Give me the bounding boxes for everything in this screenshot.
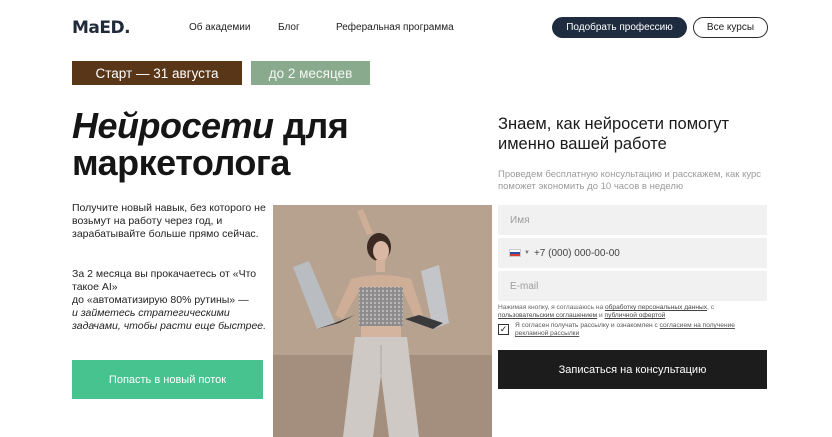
consent-text: Я согласен получать рассылку и ознакомле… (515, 322, 768, 338)
nav-about[interactable]: Об академии (189, 22, 250, 33)
public-offer-link[interactable]: публичной офертой (605, 312, 666, 319)
woman-with-laptops-illustration (273, 205, 492, 437)
consultation-submit-button[interactable]: Записаться на консультацию (498, 350, 767, 389)
start-date-badge: Старт — 31 августа (72, 61, 242, 85)
name-field[interactable]: Имя (498, 205, 767, 235)
logo[interactable]: MaED. (72, 18, 131, 38)
duration-badge: до 2 месяцев (251, 61, 370, 85)
lead2-part-a: За 2 месяца вы прокачаетесь от «Что тако… (72, 268, 257, 293)
form-title: Знаем, как нейросети помогут именно ваше… (498, 115, 730, 153)
all-courses-button[interactable]: Все курсы (693, 17, 768, 38)
page-title: Нейросети для маркетолога (72, 105, 349, 183)
title-italic: Нейросети (72, 105, 274, 146)
form-subtitle: Проведем бесплатную консультацию и расск… (498, 169, 762, 192)
russia-flag-icon[interactable] (509, 249, 521, 257)
hero-photo (273, 205, 492, 437)
lead-text: Получите новый навык, без которого не во… (72, 202, 266, 240)
phone-placeholder: +7 (000) 000-00-00 (533, 247, 620, 259)
phone-field[interactable]: ▼ +7 (000) 000-00-00 (498, 238, 767, 268)
lead2-part-b: до «автоматизирую 80% рутины» — (72, 294, 249, 306)
email-field[interactable]: E-mail (498, 271, 767, 301)
legal-text-c: и (597, 312, 605, 319)
pick-profession-button[interactable]: Подобрать профессию (552, 17, 687, 38)
consent-text-a: Я согласен получать рассылку и ознакомле… (515, 322, 660, 329)
title-line2: маркетолога (72, 142, 290, 183)
consent-row: ✓ Я согласен получать рассылку и ознаком… (498, 322, 768, 338)
legal-notice: Нажимая кнопку, я соглашаюсь на обработк… (498, 304, 768, 320)
lead2-part-c: и займетесь стратегическими задачами, чт… (72, 307, 267, 332)
personal-data-link[interactable]: обработку персональных данных (605, 304, 707, 311)
lead-text-2: За 2 месяца вы прокачаетесь от «Что тако… (72, 268, 272, 333)
chevron-down-icon[interactable]: ▼ (524, 250, 530, 256)
join-stream-button[interactable]: Попасть в новый поток (72, 360, 263, 399)
user-agreement-link[interactable]: пользовательским соглашением (498, 312, 597, 319)
legal-text-a: Нажимая кнопку, я соглашаюсь на (498, 304, 605, 311)
consent-checkbox[interactable]: ✓ (498, 324, 509, 335)
nav-blog[interactable]: Блог (278, 22, 300, 33)
title-rest: для (273, 105, 349, 146)
legal-text-b: , с (707, 304, 715, 311)
nav-referral[interactable]: Реферальная программа (336, 22, 454, 33)
